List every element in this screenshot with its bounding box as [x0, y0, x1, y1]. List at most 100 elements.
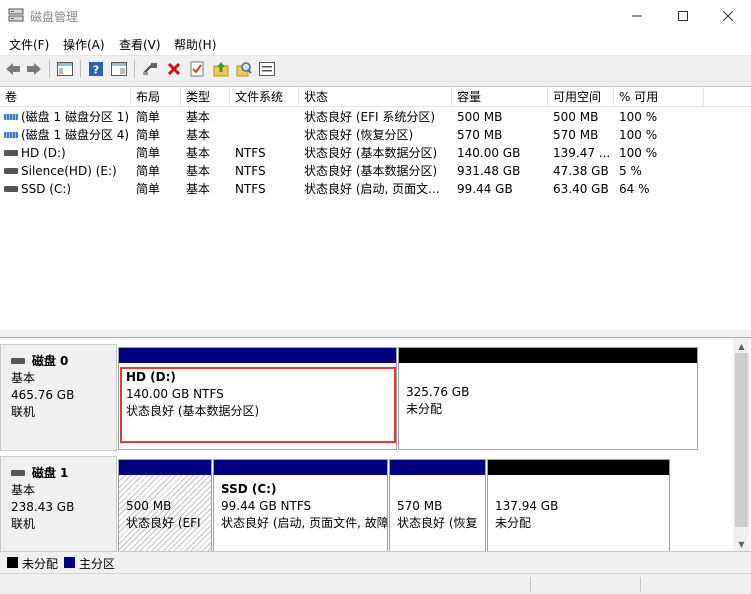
disk-icon: [11, 469, 25, 476]
scroll-up-arrow[interactable]: ▲: [733, 339, 750, 353]
up-folder-button[interactable]: [211, 59, 231, 79]
table-row[interactable]: HD (D:) 简单 基本 NTFS 状态良好 (基本数据分区) 140.00 …: [0, 144, 751, 162]
menu-action[interactable]: 操作(A): [63, 36, 105, 53]
volume-name: Silence(HD) (E:): [21, 164, 117, 178]
help-icon: ?: [89, 62, 103, 77]
volume-percent-free: 100 %: [619, 146, 658, 160]
partition-size: 500 MB: [126, 499, 172, 513]
volume-status: 状态良好 (基本数据分区): [304, 146, 438, 160]
volume-name: (磁盘 1 磁盘分区 4): [21, 128, 130, 142]
disk-management-icon: [8, 8, 24, 22]
primary-partition-bar: [119, 348, 396, 363]
volume-filesystem: [235, 126, 299, 144]
table-row[interactable]: SSD (C:) 简单 基本 NTFS 状态良好 (启动, 页面文... 99.…: [0, 180, 751, 198]
disk-0-label[interactable]: 磁盘 0 基本 465.76 GB 联机: [0, 344, 117, 451]
up-folder-icon: [213, 62, 229, 77]
volume-list: 卷 布局 类型 文件系统 状态 容量 可用空间 % 可用 (磁盘 1 磁盘分区 …: [0, 86, 751, 330]
disk-1-label[interactable]: 磁盘 1 基本 238.43 GB 联机: [0, 456, 117, 556]
table-row[interactable]: Silence(HD) (E:) 简单 基本 NTFS 状态良好 (基本数据分区…: [0, 162, 751, 180]
legend: 未分配 主分区: [0, 551, 751, 573]
minimize-button[interactable]: [614, 0, 660, 31]
disk-state: 联机: [11, 405, 36, 419]
legend-label-unallocated: 未分配: [22, 557, 59, 571]
connect-disk-button[interactable]: [140, 59, 160, 79]
maximize-button[interactable]: [660, 0, 706, 31]
volume-status: 状态良好 (启动, 页面文...: [304, 182, 440, 196]
table-row[interactable]: (磁盘 1 磁盘分区 1) 简单 基本 状态良好 (EFI 系统分区) 500 …: [0, 108, 751, 126]
vertical-scrollbar[interactable]: ▲ ▼: [733, 339, 750, 551]
scrollbar-thumb[interactable]: [735, 353, 748, 527]
disk-icon: [11, 357, 25, 364]
check-button[interactable]: [187, 59, 207, 79]
volume-free-space: 570 MB: [553, 128, 599, 142]
close-button[interactable]: [705, 0, 751, 31]
volume-free-space: 63.40 GB: [553, 182, 609, 196]
disk-size: 465.76 GB: [11, 388, 75, 402]
menu-view[interactable]: 查看(V): [119, 36, 161, 53]
column-header-capacity[interactable]: 容量: [452, 87, 548, 107]
partition-ssd-c[interactable]: SSD (C:) 99.44 GB NTFS 状态良好 (启动, 页面文件, 故…: [213, 459, 388, 554]
primary-partition-bar: [119, 460, 211, 475]
toolbar-separator: [134, 60, 135, 78]
column-header-filesystem[interactable]: 文件系统: [230, 87, 299, 107]
list-button[interactable]: [257, 59, 277, 79]
volume-free-space: 500 MB: [553, 110, 599, 124]
partition-recovery[interactable]: 570 MB 状态良好 (恢复: [389, 459, 486, 554]
search-button[interactable]: [234, 59, 254, 79]
system-partition-icon: [4, 113, 18, 120]
status-bar: [0, 573, 751, 594]
volume-filesystem: NTFS: [235, 164, 266, 178]
list-icon: [259, 62, 275, 76]
partition-unallocated-disk1[interactable]: 137.94 GB 未分配: [487, 459, 670, 554]
primary-partition-bar: [214, 460, 387, 475]
partition-status: 状态良好 (启动, 页面文件, 故障: [221, 516, 387, 530]
column-header-percent-free[interactable]: % 可用: [614, 87, 704, 107]
disk-type: 基本: [11, 371, 36, 385]
title-bar: 磁盘管理: [0, 0, 751, 31]
toolbar-separator: [80, 60, 81, 78]
volume-layout: 简单: [136, 128, 161, 142]
partition-unallocated-disk0[interactable]: 325.76 GB 未分配: [398, 347, 698, 450]
status-bar-divider: [640, 577, 641, 592]
minimize-icon: [632, 15, 642, 16]
close-icon: [723, 10, 733, 21]
drive-icon: [4, 185, 18, 192]
column-header-layout[interactable]: 布局: [131, 87, 181, 107]
panel-splitter[interactable]: [0, 330, 751, 338]
volume-percent-free: 100 %: [619, 110, 658, 124]
column-header-volume[interactable]: 卷: [0, 87, 131, 107]
menu-help[interactable]: 帮助(H): [174, 36, 216, 53]
scroll-down-arrow[interactable]: ▼: [733, 537, 750, 551]
column-header-status[interactable]: 状态: [299, 87, 452, 107]
disk-name: 磁盘 1: [31, 466, 69, 480]
volume-status: 状态良好 (基本数据分区): [304, 164, 438, 178]
disk-state: 联机: [11, 517, 36, 531]
menu-file[interactable]: 文件(F): [9, 36, 49, 53]
menu-bar: 文件(F) 操作(A) 查看(V) 帮助(H): [0, 31, 751, 55]
partition-efi[interactable]: 500 MB 状态良好 (EFI: [118, 459, 212, 554]
table-row[interactable]: (磁盘 1 磁盘分区 4) 简单 基本 状态良好 (恢复分区) 570 MB 5…: [0, 126, 751, 144]
properties-icon: [111, 62, 127, 76]
volume-type: 基本: [186, 146, 211, 160]
partition-status: 未分配: [406, 402, 443, 416]
properties-button[interactable]: [109, 59, 129, 79]
column-header-free-space[interactable]: 可用空间: [548, 87, 614, 107]
volume-filesystem: [235, 108, 299, 126]
delete-button[interactable]: [164, 59, 184, 79]
help-button[interactable]: ?: [86, 59, 106, 79]
toolbar: ?: [0, 55, 751, 82]
partition-status: 状态良好 (恢复: [397, 516, 478, 530]
volume-type: 基本: [186, 110, 211, 124]
volume-capacity: 931.48 GB: [457, 164, 521, 178]
console-tree-icon: [57, 62, 73, 76]
console-tree-button[interactable]: [55, 59, 75, 79]
system-partition-icon: [4, 131, 18, 138]
partition-size: 570 MB: [397, 499, 443, 513]
back-button[interactable]: [3, 59, 23, 79]
forward-button[interactable]: [24, 59, 44, 79]
legend-swatch-unallocated: [7, 557, 18, 568]
volume-capacity: 570 MB: [457, 128, 503, 142]
volume-filesystem: NTFS: [235, 146, 266, 160]
partition-status: 状态良好 (EFI: [126, 516, 201, 530]
column-header-type[interactable]: 类型: [181, 87, 230, 107]
